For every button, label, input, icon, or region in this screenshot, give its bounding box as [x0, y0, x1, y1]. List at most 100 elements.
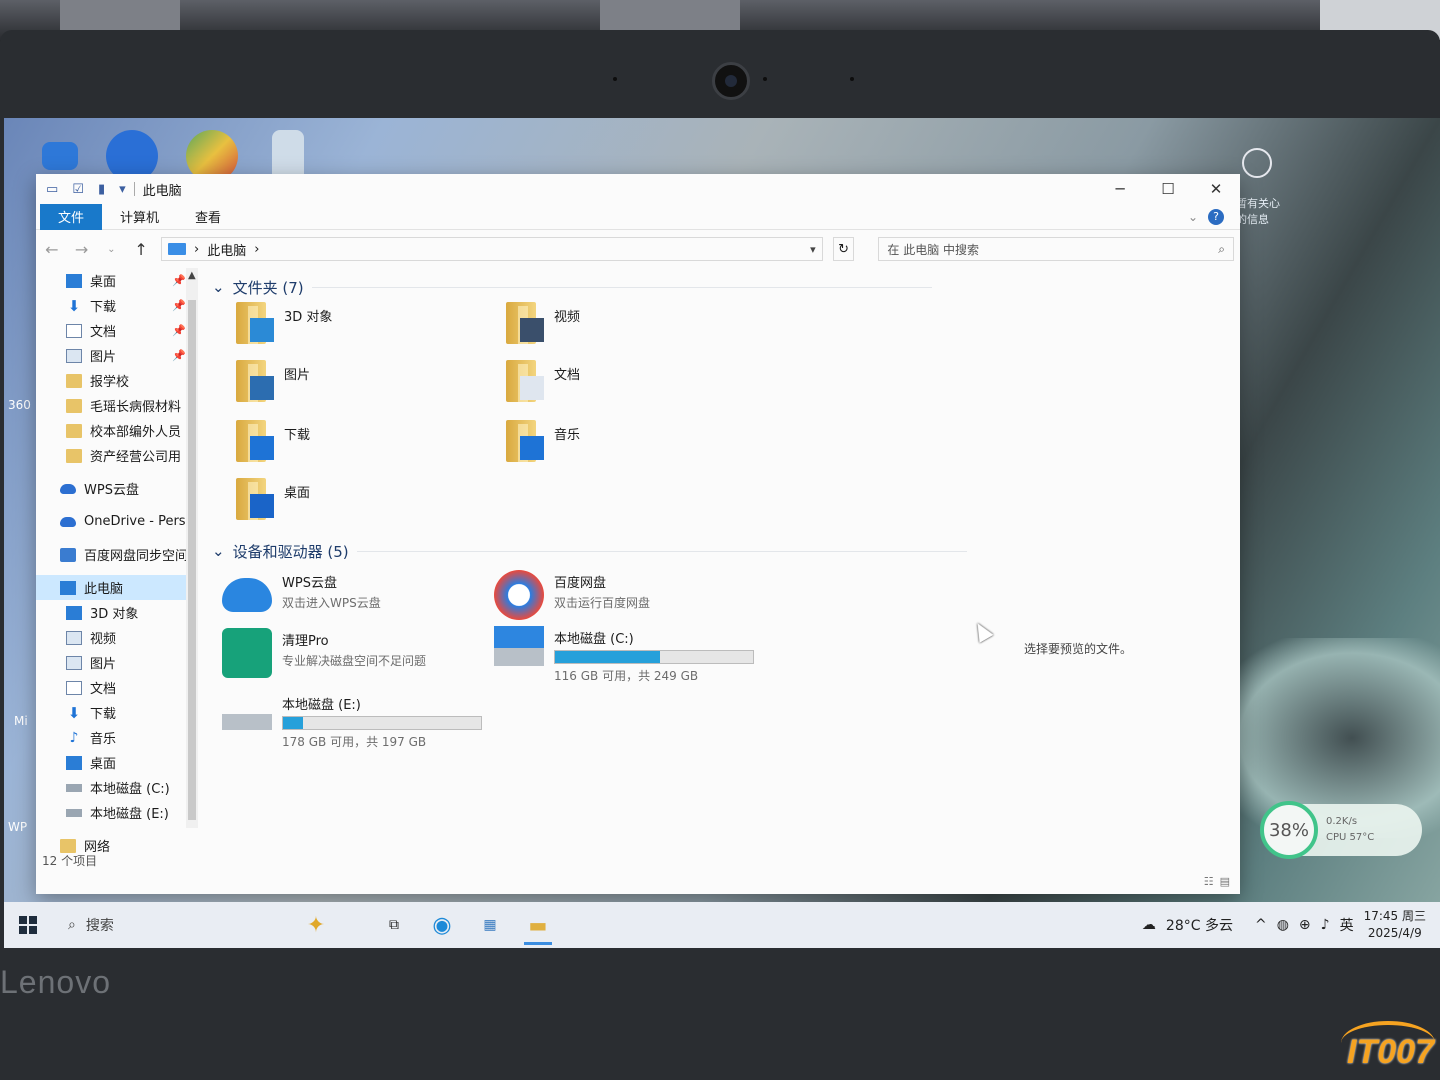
- pin-icon[interactable]: 📌: [172, 324, 186, 337]
- nav-item-this-pc-child[interactable]: 图片: [36, 650, 186, 675]
- collapse-chevron-icon[interactable]: ⌄: [212, 278, 225, 296]
- minimize-button[interactable]: ─: [1096, 174, 1144, 204]
- folder-tile[interactable]: 视频: [502, 300, 762, 356]
- nav-item-quick-access[interactable]: 校本部编外人员: [36, 418, 186, 443]
- music-icon: ♪: [69, 729, 79, 746]
- nav-item-label: 本地磁盘 (C:): [90, 782, 170, 797]
- help-icon[interactable]: ?: [1208, 208, 1224, 225]
- 3d-objects-folder-icon: [232, 300, 278, 346]
- nav-item-cloud[interactable]: WPS云盘: [36, 476, 186, 501]
- network-app-icon[interactable]: ▦: [466, 902, 514, 948]
- nav-item-this-pc-child[interactable]: 桌面: [36, 750, 186, 775]
- nav-item-this-pc[interactable]: 此电脑: [36, 575, 186, 600]
- pin-icon[interactable]: 📌: [172, 274, 186, 287]
- devices-group-title: 设备和驱动器 (5): [232, 542, 349, 561]
- breadcrumb-chevron-icon[interactable]: ›: [254, 242, 259, 257]
- pin-icon[interactable]: 📌: [172, 349, 186, 362]
- maximize-button[interactable]: ☐: [1144, 174, 1192, 204]
- back-arrow-icon[interactable]: ←: [42, 240, 62, 259]
- breadcrumb-this-pc[interactable]: 此电脑: [207, 240, 246, 259]
- nav-item-quick-access[interactable]: 桌面 📌: [36, 268, 186, 293]
- ribbon-help-area: ⌄ ?: [1188, 208, 1224, 225]
- new-folder-icon[interactable]: ▮: [98, 182, 105, 197]
- folder-tile[interactable]: 图片: [232, 358, 492, 414]
- device-name: 本地磁盘 (E:): [282, 698, 361, 713]
- nav-item-label: 校本部编外人员: [90, 425, 182, 440]
- device-tile[interactable]: 百度网盘 双击运行百度网盘: [494, 570, 764, 630]
- clock[interactable]: 17:45 周三 2025/4/9: [1364, 908, 1426, 942]
- weather-text[interactable]: 28°C 多云: [1166, 915, 1233, 935]
- devices-group-header[interactable]: ⌄ 设备和驱动器 (5): [212, 540, 967, 562]
- nav-item-cloud[interactable]: OneDrive - Perso: [36, 509, 186, 534]
- scroll-up-icon[interactable]: ▲: [188, 270, 196, 281]
- pin-icon[interactable]: 📌: [172, 299, 186, 312]
- file-explorer-taskbar-icon[interactable]: ▬: [514, 902, 562, 948]
- refresh-icon[interactable]: ↻: [832, 237, 855, 261]
- nav-scrollbar[interactable]: ▲: [186, 268, 198, 828]
- show-hidden-icons-icon[interactable]: ^: [1255, 917, 1267, 933]
- customize-toolbar-icon[interactable]: ▾: [119, 182, 126, 197]
- expand-ribbon-icon[interactable]: ⌄: [1188, 210, 1198, 224]
- nav-item-quick-access[interactable]: 毛瑶长病假材料: [36, 393, 186, 418]
- desktop-label: Mi: [14, 714, 28, 728]
- tab-view[interactable]: 查看: [177, 204, 239, 230]
- address-dropdown-icon[interactable]: ▾: [810, 243, 816, 256]
- up-arrow-icon[interactable]: ↑: [131, 240, 151, 259]
- forward-arrow-icon[interactable]: →: [72, 240, 92, 259]
- drive-usage-bar: [554, 650, 754, 664]
- volume-icon[interactable]: ♪: [1321, 917, 1330, 933]
- tab-file[interactable]: 文件: [40, 203, 103, 230]
- system-monitor-widget[interactable]: 38% 0.2K/s CPU 57°C: [1260, 801, 1422, 859]
- nav-item-this-pc-child[interactable]: ⬇ 下载: [36, 700, 186, 725]
- edge-browser-icon[interactable]: ◉: [418, 902, 466, 948]
- folder-tile[interactable]: 3D 对象: [232, 300, 492, 356]
- nav-item-quick-access[interactable]: ⬇ 下载 📌: [36, 293, 186, 318]
- properties-icon[interactable]: ☑: [72, 182, 84, 197]
- search-input[interactable]: 在 此电脑 中搜索 ⌕: [878, 237, 1235, 261]
- this-pc-desktop-icon[interactable]: [42, 142, 78, 170]
- network-globe-icon[interactable]: ⊕: [1299, 917, 1311, 933]
- nav-item-this-pc-child[interactable]: 本地磁盘 (C:): [36, 775, 186, 800]
- collapse-chevron-icon[interactable]: ⌄: [212, 542, 225, 560]
- device-tile[interactable]: 本地磁盘 (C:) 116 GB 可用，共 249 GB: [494, 626, 764, 686]
- nav-item-this-pc-child[interactable]: ♪ 音乐: [36, 725, 186, 750]
- folder-tile[interactable]: 文档: [502, 358, 762, 414]
- nav-item-quick-access[interactable]: 图片 📌: [36, 343, 186, 368]
- taskbar-search-label: 搜索: [85, 918, 114, 934]
- nav-item-quick-access[interactable]: 报学校: [36, 368, 186, 393]
- taskbar-search[interactable]: ⌕ 搜索: [52, 915, 252, 935]
- drive-icon: [66, 808, 82, 817]
- details-view-icon[interactable]: ☷: [1204, 875, 1214, 888]
- recent-locations-icon[interactable]: ⌄: [102, 244, 122, 255]
- security-icon[interactable]: ◍: [1277, 917, 1289, 933]
- nav-item-quick-access[interactable]: 文档 📌: [36, 318, 186, 343]
- copilot-sparkle-icon[interactable]: ✦: [292, 902, 340, 948]
- address-bar[interactable]: › 此电脑 › ▾: [161, 237, 823, 261]
- nav-item-this-pc-child[interactable]: 视频: [36, 625, 186, 650]
- nav-item-this-pc-child[interactable]: 3D 对象: [36, 600, 186, 625]
- nav-item-this-pc-child[interactable]: 文档: [36, 675, 186, 700]
- nav-item-this-pc-child[interactable]: 本地磁盘 (E:): [36, 800, 186, 825]
- device-tile[interactable]: 清理Pro 专业解决磁盘空间不足问题: [222, 628, 492, 688]
- explorer-body: 桌面 📌 ⬇ 下载 📌 文档 📌 图片 📌 报学校 毛瑶长病假材料 校本部编外人员 资产经营公司用 WPS…: [36, 268, 1240, 868]
- task-view-icon[interactable]: ⧉: [370, 902, 418, 948]
- nav-item-cloud[interactable]: 百度网盘同步空间: [36, 542, 186, 567]
- downloads-folder-icon: [232, 418, 278, 464]
- scroll-thumb[interactable]: [188, 300, 196, 820]
- input-method-indicator[interactable]: 英: [1340, 915, 1354, 935]
- folder-icon: [66, 423, 82, 438]
- folders-group-header[interactable]: ⌄ 文件夹 (7): [212, 276, 932, 298]
- nav-item-quick-access[interactable]: 资产经营公司用: [36, 443, 186, 468]
- tab-computer[interactable]: 计算机: [102, 204, 177, 230]
- folder-tile[interactable]: 下载: [232, 418, 492, 474]
- large-icons-view-icon[interactable]: ▤: [1220, 875, 1230, 888]
- start-button[interactable]: [4, 916, 52, 934]
- breadcrumb-chevron-icon[interactable]: ›: [194, 242, 199, 257]
- device-tile[interactable]: 本地磁盘 (E:) 178 GB 可用，共 197 GB: [222, 692, 492, 752]
- folder-tile[interactable]: 音乐: [502, 418, 762, 474]
- taskbar: ⌕ 搜索 ✦ ⧉ ◉ ▦ ▬ ☁ 28°C 多云 ^ ◍ ⊕ ♪ 英 17:45…: [4, 902, 1440, 948]
- device-subtitle: 116 GB 可用，共 249 GB: [554, 669, 699, 683]
- device-tile[interactable]: WPS云盘 双击进入WPS云盘: [222, 570, 492, 630]
- folder-tile[interactable]: 桌面: [232, 476, 492, 532]
- close-button[interactable]: ✕: [1192, 174, 1240, 204]
